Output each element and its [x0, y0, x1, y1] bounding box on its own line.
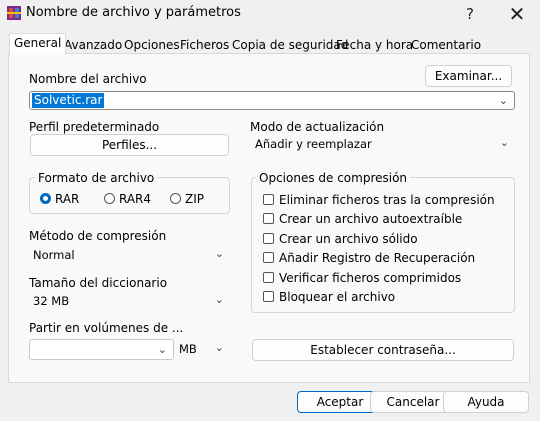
checkbox-lock-archive-label[interactable]: Bloquear el archivo: [279, 290, 395, 304]
winrar-icon: [7, 6, 21, 20]
compression-method-value: Normal: [33, 248, 75, 262]
checkbox-sfx[interactable]: [263, 213, 274, 224]
close-icon[interactable]: ✕: [505, 3, 529, 25]
dictionary-size-label: Tamaño del diccionario: [29, 276, 168, 290]
checkbox-delete-files-label[interactable]: Eliminar ficheros tras la compresión: [279, 193, 495, 207]
archive-name-combo[interactable]: Solvetic.rar ⌄: [29, 91, 515, 110]
set-password-button[interactable]: Establecer contraseña...: [252, 339, 514, 361]
default-profile-label: Perfil predeterminado: [29, 120, 160, 134]
chevron-down-icon[interactable]: ⌄: [500, 134, 509, 152]
checkbox-lock-archive[interactable]: [263, 291, 274, 302]
profiles-button[interactable]: Perfiles...: [30, 134, 229, 156]
checkbox-sfx-label[interactable]: Crear un archivo autoextraíble: [279, 212, 462, 226]
checkbox-recovery-record-label[interactable]: Añadir Registro de Recuperación: [279, 251, 475, 265]
checkbox-solid-label[interactable]: Crear un archivo sólido: [279, 232, 418, 246]
dictionary-size-select[interactable]: 32 MB ⌄: [29, 291, 230, 311]
archive-format-legend: Formato de archivo: [35, 171, 158, 185]
split-unit-value: MB: [179, 342, 197, 356]
tab-ficheros[interactable]: Ficheros: [175, 35, 234, 55]
update-mode-select[interactable]: Añadir y reemplazar ⌄: [251, 134, 515, 154]
checkbox-recovery-record[interactable]: [263, 252, 274, 263]
chevron-down-icon[interactable]: ⌄: [499, 92, 508, 109]
help-button[interactable]: Ayuda: [443, 391, 529, 413]
dictionary-size-value: 32 MB: [33, 294, 70, 308]
window-title: Nombre de archivo y parámetros: [26, 5, 241, 20]
radio-rar4-label[interactable]: RAR4: [119, 192, 151, 206]
update-mode-label: Modo de actualización: [250, 120, 385, 134]
archive-name-value: Solvetic.rar: [32, 93, 105, 108]
chevron-down-icon[interactable]: ⌄: [215, 245, 224, 263]
chevron-down-icon[interactable]: ⌄: [215, 339, 224, 357]
help-title-button[interactable]: ?: [458, 3, 482, 25]
chevron-down-icon[interactable]: ⌄: [215, 291, 224, 309]
split-volumes-label: Partir en volúmenes de ...: [29, 321, 184, 335]
radio-rar[interactable]: [40, 193, 51, 204]
compression-options-legend: Opciones de compresión: [256, 171, 411, 185]
radio-zip-label[interactable]: ZIP: [185, 192, 204, 206]
checkbox-test-files[interactable]: [263, 272, 274, 283]
tab-comentario[interactable]: Comentario: [406, 35, 486, 55]
archive-name-label: Nombre del archivo: [29, 72, 147, 86]
tab-general[interactable]: General: [9, 33, 67, 55]
compression-method-select[interactable]: Normal ⌄: [29, 245, 230, 265]
chevron-down-icon[interactable]: ⌄: [158, 340, 167, 359]
tab-avanzado[interactable]: Avanzado: [59, 35, 127, 55]
checkbox-delete-files[interactable]: [263, 194, 274, 205]
split-volumes-combo[interactable]: ⌄: [29, 339, 174, 360]
radio-rar-label[interactable]: RAR: [55, 192, 79, 206]
update-mode-value: Añadir y reemplazar: [255, 137, 372, 151]
checkbox-solid[interactable]: [263, 233, 274, 244]
browse-button[interactable]: Examinar...: [425, 65, 512, 87]
compression-method-label: Método de compresión: [29, 229, 167, 243]
checkbox-test-files-label[interactable]: Verificar ficheros comprimidos: [279, 271, 461, 285]
split-unit-select[interactable]: MB ⌄: [175, 339, 230, 359]
radio-rar4[interactable]: [104, 193, 115, 204]
radio-zip[interactable]: [170, 193, 181, 204]
